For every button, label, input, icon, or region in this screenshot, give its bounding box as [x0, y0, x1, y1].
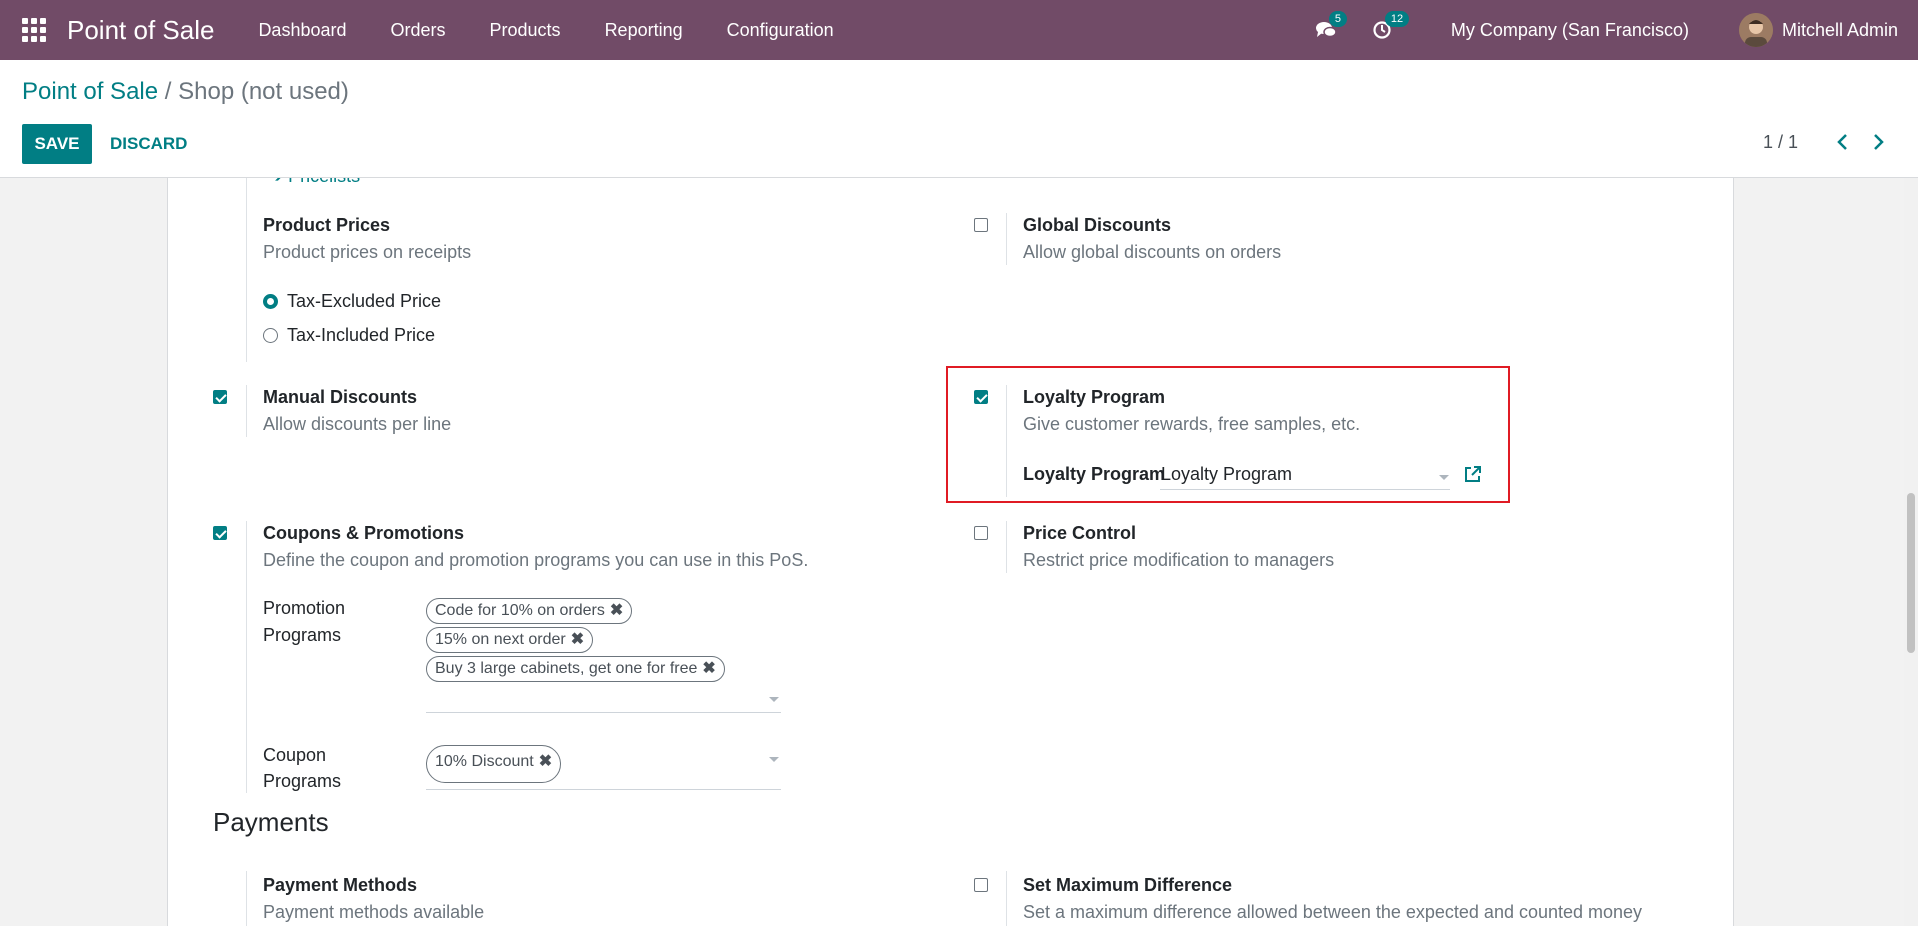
save-button[interactable]: SAVE [22, 124, 92, 164]
messages-button[interactable]: 5 [1311, 11, 1347, 45]
tax-excluded-radio[interactable] [263, 294, 278, 309]
company-switcher[interactable]: My Company (San Francisco) [1451, 20, 1689, 41]
breadcrumb-current: Shop (not used) [178, 78, 349, 105]
divider [1006, 871, 1007, 926]
scrollbar-thumb[interactable] [1907, 493, 1915, 653]
messages-badge: 5 [1328, 11, 1347, 27]
remove-tag-icon[interactable]: ✖ [539, 753, 552, 770]
remove-tag-icon[interactable]: ✖ [702, 660, 715, 677]
promotion-programs-label-line1: Promotion [263, 598, 346, 618]
divider [1006, 213, 1007, 265]
chevron-right-icon [1874, 134, 1884, 150]
pricelists-link[interactable]: ➔ Pricelists [268, 178, 360, 187]
pager-previous-button[interactable] [1832, 130, 1854, 154]
remove-tag-icon[interactable]: ✖ [610, 602, 623, 619]
tag-label: 10% Discount [435, 753, 534, 770]
breadcrumb: Point of Sale / Shop (not used) [22, 78, 349, 106]
coupons-promotions-checkbox[interactable] [213, 526, 227, 540]
global-discounts-checkbox[interactable] [974, 218, 988, 232]
price-control-desc: Restrict price modification to managers [1023, 550, 1335, 570]
manual-discounts-title: Manual Discounts [263, 387, 418, 407]
coupons-promotions-title: Coupons & Promotions [263, 523, 464, 543]
max-difference-desc: Set a maximum difference allowed between… [1023, 902, 1643, 922]
promotion-programs-label-line2: Programs [263, 625, 342, 645]
settings-sheet: ➔ Pricelists Product Prices Product pric… [167, 178, 1734, 926]
divider [246, 521, 247, 793]
payment-methods-title: Payment Methods [263, 875, 418, 895]
discard-button[interactable]: DISCARD [110, 124, 187, 164]
chevron-left-icon [1837, 134, 1847, 150]
promotion-tag[interactable]: 15% on next order ✖ [426, 627, 594, 653]
payments-section-title: Payments [213, 807, 329, 837]
tax-included-label[interactable]: Tax-Included Price [287, 325, 435, 346]
promotion-tag[interactable]: Buy 3 large cabinets, get one for free ✖ [426, 656, 725, 682]
breadcrumb-separator: / [158, 78, 179, 105]
remove-tag-icon[interactable]: ✖ [571, 631, 584, 648]
activities-badge: 12 [1384, 11, 1410, 27]
tag-label: Buy 3 large cabinets, get one for free [435, 660, 698, 677]
tax-included-radio[interactable] [263, 328, 278, 343]
global-discounts-desc: Allow global discounts on orders [1023, 242, 1282, 262]
app-title[interactable]: Point of Sale [67, 15, 214, 46]
menu-dashboard[interactable]: Dashboard [236, 20, 368, 41]
divider [246, 871, 247, 926]
coupon-programs-label-line1: Coupon [263, 745, 327, 765]
pager-next-button[interactable] [1867, 130, 1889, 154]
highlight-box [946, 366, 1510, 503]
promotion-programs-input[interactable] [426, 712, 781, 713]
apps-menu-icon[interactable] [20, 16, 48, 44]
arrow-right-icon: ➔ [268, 178, 288, 186]
control-panel: Point of Sale / Shop (not used) SAVE DIS… [0, 60, 1918, 178]
tax-excluded-label[interactable]: Tax-Excluded Price [287, 291, 441, 312]
dropdown-caret-icon[interactable] [769, 757, 779, 762]
product-prices-desc: Product prices on receipts [263, 242, 472, 262]
divider [1006, 521, 1007, 573]
top-navbar: Point of Sale Dashboard Orders Products … [0, 0, 1918, 60]
coupon-programs-input[interactable] [426, 789, 781, 790]
max-difference-checkbox[interactable] [974, 878, 988, 892]
product-prices-title: Product Prices [263, 215, 391, 235]
divider [246, 385, 247, 437]
payment-methods-desc: Payment methods available [263, 902, 485, 922]
menu-reporting[interactable]: Reporting [583, 20, 705, 41]
menu-products[interactable]: Products [468, 20, 583, 41]
promotion-tag[interactable]: Code for 10% on orders ✖ [426, 598, 633, 624]
manual-discounts-desc: Allow discounts per line [263, 414, 452, 434]
price-control-title: Price Control [1023, 523, 1137, 543]
dropdown-caret-icon[interactable] [769, 697, 779, 702]
user-avatar[interactable] [1738, 13, 1773, 47]
coupon-tag[interactable]: 10% Discount ✖ [426, 745, 562, 783]
tag-label: 15% on next order [435, 631, 566, 648]
activities-button[interactable]: 12 [1367, 11, 1410, 45]
menu-configuration[interactable]: Configuration [705, 20, 856, 41]
pricelists-link-label: Pricelists [288, 178, 360, 186]
manual-discounts-checkbox[interactable] [213, 390, 227, 404]
pager-value[interactable]: 1 / 1 [1763, 132, 1798, 153]
scrollbar[interactable] [1904, 178, 1918, 926]
global-discounts-title: Global Discounts [1023, 215, 1172, 235]
price-control-checkbox[interactable] [974, 526, 988, 540]
coupons-promotions-desc: Define the coupon and promotion programs… [263, 550, 809, 570]
menu-orders[interactable]: Orders [369, 20, 468, 41]
coupon-programs-label-line2: Programs [263, 771, 342, 791]
user-menu[interactable]: Mitchell Admin [1782, 20, 1898, 41]
breadcrumb-parent[interactable]: Point of Sale [22, 78, 158, 105]
tag-label: Code for 10% on orders [435, 602, 605, 619]
divider [246, 178, 247, 362]
max-difference-title: Set Maximum Difference [1023, 875, 1233, 895]
